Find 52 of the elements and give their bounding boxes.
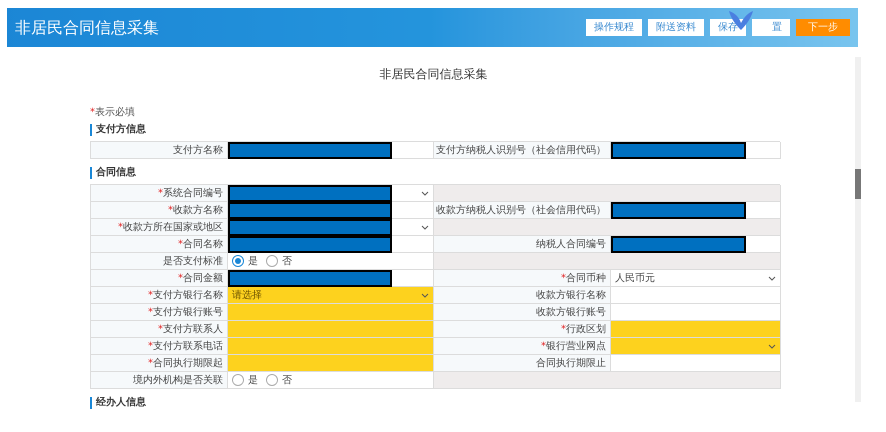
field-label: *合同金额 xyxy=(91,270,228,287)
field-label: 合同执行期限止 xyxy=(434,355,611,372)
field-label: *行政区划 xyxy=(434,321,611,338)
radio-option[interactable]: 否 xyxy=(266,372,292,388)
radio-button[interactable] xyxy=(266,255,278,267)
field-label: *合同执行期限起 xyxy=(91,355,228,372)
radio-option[interactable]: 是 xyxy=(232,372,258,388)
section-heading: 支付方信息 xyxy=(90,124,780,136)
chevron-down-icon xyxy=(768,344,776,348)
field-label: 纳税人合同编号 xyxy=(434,236,611,253)
field-label: *合同币种 xyxy=(434,270,611,287)
field-label: 支付方名称 xyxy=(91,142,228,159)
required-note: *表示必填 xyxy=(90,106,136,120)
field-label: 是否支付标准 xyxy=(91,253,228,270)
field-label: 收款方纳税人识别号（社会信用代码） xyxy=(434,202,611,219)
input-field[interactable] xyxy=(228,321,433,337)
input-field[interactable] xyxy=(611,321,780,337)
field-label: *系统合同编号 xyxy=(91,185,228,202)
toolbar-button[interactable]: 附送资料 xyxy=(648,19,704,36)
page-title: 非居民合同信息采集 xyxy=(378,66,488,83)
field-label: *支付方银行账号 xyxy=(91,304,228,321)
field-label: *银行营业网点 xyxy=(434,338,611,355)
input-field[interactable] xyxy=(228,355,433,371)
toolbar-button[interactable]: 操作规程 xyxy=(586,19,642,36)
section-heading: 经办人信息 xyxy=(90,397,780,409)
scrollbar[interactable] xyxy=(855,57,861,402)
field-label: 收款方银行账号 xyxy=(434,304,611,321)
radio-button[interactable] xyxy=(232,374,244,386)
radio-option[interactable]: 是 xyxy=(232,254,258,268)
section-heading: 合同信息 xyxy=(90,167,780,179)
field-label: *支付方联系人 xyxy=(91,321,228,338)
radio-button[interactable] xyxy=(266,374,278,386)
input-field[interactable] xyxy=(228,304,433,320)
field-label: *收款方所在国家或地区 xyxy=(91,219,228,236)
field-label: *支付方联系电话 xyxy=(91,338,228,355)
toolbar-button[interactable]: 置 xyxy=(752,19,790,36)
field-label: 支付方纳税人识别号（社会信用代码） xyxy=(434,142,611,159)
select-field[interactable] xyxy=(611,338,780,354)
field-label: 收款方银行名称 xyxy=(434,287,611,304)
field-label: *收款方名称 xyxy=(91,202,228,219)
input-field[interactable] xyxy=(228,338,433,354)
radio-button[interactable] xyxy=(232,255,244,267)
field-label: *合同名称 xyxy=(91,236,228,253)
field-label: 境内外机构是否关联 xyxy=(91,372,228,389)
chevron-down-icon xyxy=(421,190,429,196)
select-field[interactable]: 请选择 xyxy=(228,287,433,303)
radio-option[interactable]: 否 xyxy=(266,254,292,268)
chevron-down-icon xyxy=(421,224,429,230)
chevron-down-icon xyxy=(421,292,429,298)
header-title: 非居民合同信息采集 xyxy=(15,16,159,38)
chevron-down-icon xyxy=(768,276,776,280)
field-label: *支付方银行名称 xyxy=(91,287,228,304)
